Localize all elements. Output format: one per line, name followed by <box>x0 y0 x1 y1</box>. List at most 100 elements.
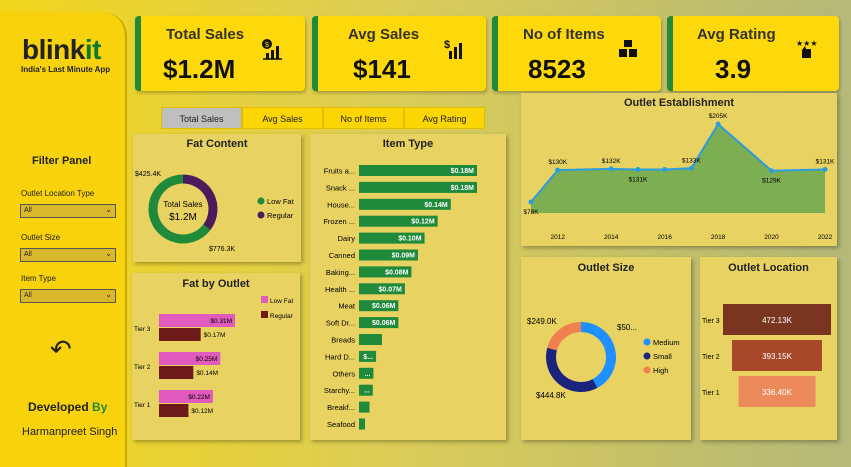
legend-label: High <box>653 366 668 375</box>
outlet-location-chart: 472.13K Tier 3 393.15K Tier 2 336.40K Tier 1 <box>702 304 831 407</box>
svg-text:$: $ <box>265 42 269 49</box>
star-rating-icon: ★★★ <box>796 39 817 58</box>
fat-content-card: Fat Content Total Sales $1.2M $425.4K $776.… <box>133 134 301 262</box>
item-type-label: Frozen ... <box>323 217 355 226</box>
establishment-point <box>608 166 614 172</box>
item-type-label: Meat <box>338 302 356 311</box>
dollar-bars-icon: $ <box>444 39 462 59</box>
item-type-label: Canned <box>329 251 355 260</box>
establishment-value: $78K <box>523 209 539 216</box>
item-type-select[interactable]: All ⌄ <box>20 289 116 303</box>
item-type-value: $0.18M <box>451 185 475 192</box>
item-type-value: $... <box>363 354 373 361</box>
location-value: 336.40K <box>762 388 792 397</box>
filter-label-size: Outlet Size <box>21 233 61 242</box>
location-value: 393.15K <box>762 352 792 361</box>
establishment-point <box>528 199 534 205</box>
item-type-value: $0.06M <box>372 303 396 310</box>
kpi-no-of-items: No of Items 8523 <box>492 16 661 91</box>
tab-avg-rating[interactable]: Avg Rating <box>404 107 485 129</box>
legend-swatch <box>643 352 651 360</box>
kpi-avg-sales: Avg Sales $141 $ <box>312 16 486 91</box>
chevron-down-icon: ⌄ <box>105 249 112 258</box>
establishment-value: $129K <box>762 178 781 185</box>
size-slice <box>547 322 582 351</box>
item-type-chart: Fruits a... $0.18M Snack ... $0.18M House...… <box>323 165 477 430</box>
legend-label: Regular <box>270 313 294 320</box>
item-type-label: Fruits a... <box>324 167 355 176</box>
kpi-avg-rating: Avg Rating 3.9 ★★★ <box>667 16 839 91</box>
location-value: 472.13K <box>762 316 792 325</box>
establishment-value: $132K <box>602 158 621 165</box>
item-type-label: Starchy... <box>324 386 355 395</box>
fat-content-chart: Total Sales $1.2M $425.4K $776.3K Low Fat Reg… <box>135 171 295 253</box>
boxes-icon <box>619 40 637 57</box>
item-type-value: $0.12M <box>411 219 435 226</box>
item-type-card: Item Type Fruits a... $0.18M Snack ... $0.1… <box>310 134 506 440</box>
establishment-value: $133K <box>682 157 701 164</box>
size-label-small: $444.8K <box>536 391 566 400</box>
item-type-value: $0.14M <box>424 202 448 209</box>
establishment-x-tick: 2012 <box>550 234 565 241</box>
svg-text:★★★: ★★★ <box>796 39 817 48</box>
establishment-value: $131K <box>816 158 835 165</box>
legend-label: Low Fat <box>267 197 295 206</box>
developer-name: Harmanpreet Singh <box>22 426 118 438</box>
legend-swatch <box>257 211 265 219</box>
legend-swatch <box>643 366 651 374</box>
outlet-size-chart: $50... $444.8K $249.0K Medium Small High <box>527 317 680 400</box>
item-type-bar <box>359 418 365 430</box>
item-type-label: Baking... <box>326 268 355 277</box>
fat-label-low-fat: $776.3K <box>209 246 235 253</box>
fbo-category-label: Tier 2 <box>134 364 151 371</box>
outlet-size-card: Outlet Size $50... $444.8K $249.0K Medium Sm… <box>521 257 691 440</box>
item-type-bar <box>359 401 370 413</box>
fat-by-outlet-card: Fat by Outlet Low Fat Regular Tier 3 $0.31M… <box>132 273 300 440</box>
outlet-size-select[interactable]: All ⌄ <box>20 248 116 262</box>
location-category-label: Tier 1 <box>702 390 720 397</box>
establishment-point <box>555 167 561 173</box>
fbo-value: $0.25M <box>196 356 218 363</box>
legend-swatch <box>261 296 268 303</box>
svg-text:$: $ <box>444 39 450 51</box>
location-type-select[interactable]: All ⌄ <box>20 204 116 218</box>
brand-tagline: India's Last Minute App <box>21 65 111 74</box>
legend-swatch <box>261 311 268 318</box>
item-type-bar <box>359 334 382 345</box>
tab-total-sales[interactable]: Total Sales <box>161 107 242 129</box>
chevron-down-icon: ⌄ <box>105 205 112 214</box>
back-arrow-icon[interactable]: ↶ <box>50 334 72 365</box>
tab-avg-sales[interactable]: Avg Sales <box>242 107 323 129</box>
establishment-point <box>715 121 721 127</box>
tab-no-of-items[interactable]: No of Items <box>323 107 404 129</box>
sidebar: blinkit India's Last Minute App Filter P… <box>0 12 127 467</box>
metric-tabs: Total Sales Avg Sales No of Items Avg Ra… <box>161 107 485 129</box>
item-type-label: Breakf... <box>327 403 355 412</box>
filter-label-location: Outlet Location Type <box>21 189 95 198</box>
establishment-point <box>662 166 668 172</box>
establishment-point <box>688 165 694 171</box>
item-type-label: Snack ... <box>326 183 355 192</box>
legend-swatch <box>643 338 651 346</box>
item-type-value: $0.18M <box>451 168 475 175</box>
establishment-x-tick: 2020 <box>764 234 779 241</box>
fbo-value: $0.12M <box>191 408 213 415</box>
legend-label: Low Fat <box>270 298 293 305</box>
size-label-high: $249.0K <box>527 317 557 326</box>
establishment-x-tick: 2014 <box>604 234 619 241</box>
establishment-point <box>822 166 828 172</box>
item-type-label: Others <box>332 369 355 378</box>
item-type-label: Breads <box>331 336 355 345</box>
establishment-point <box>635 166 641 172</box>
fat-label-regular: $425.4K <box>135 171 161 178</box>
filter-label-item: Item Type <box>21 274 56 283</box>
filter-panel-title: Filter Panel <box>32 155 92 167</box>
item-type-value: $0.08M <box>385 269 409 276</box>
fbo-category-label: Tier 1 <box>134 402 151 409</box>
item-type-label: Seafood <box>327 420 355 429</box>
legend-swatch <box>257 197 265 205</box>
item-type-label: Dairy <box>337 234 355 243</box>
chevron-down-icon: ⌄ <box>105 290 112 299</box>
item-type-value: $0.10M <box>398 236 422 243</box>
item-type-label: Soft Dr... <box>326 319 355 328</box>
